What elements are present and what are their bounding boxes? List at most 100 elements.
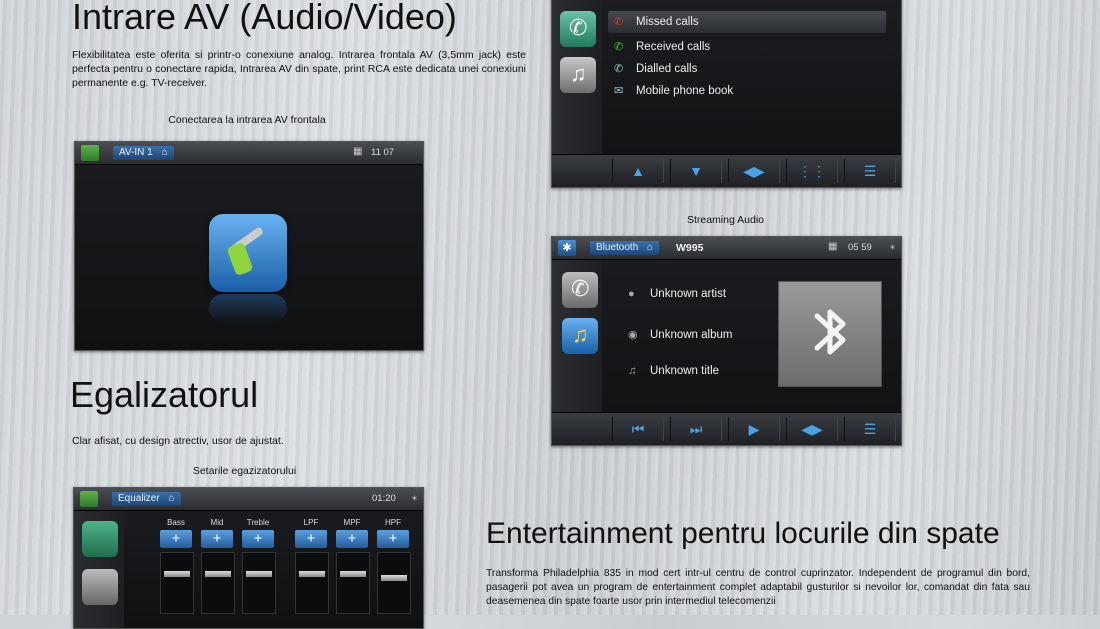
album-label: Unknown album <box>650 329 733 341</box>
balance-arrows-icon[interactable]: ◀▶ <box>728 159 780 183</box>
bt-source-label: Bluetooth <box>596 242 639 253</box>
menu-item-phone-book[interactable]: ✉ Mobile phone book <box>614 81 733 101</box>
bt-bottom-bar: ⏮ ⏭ ▶ ◀▶ ☰ <box>552 412 901 445</box>
scroll-down-icon[interactable]: ▼ <box>670 159 722 183</box>
title-label: Unknown title <box>650 365 720 377</box>
eq-band-treble[interactable]: Treble + <box>242 518 276 614</box>
menu-item-dialled-calls[interactable]: ✆ Dialled calls <box>614 59 697 79</box>
menu-item-missed-calls[interactable]: ✆ Missed calls <box>614 12 699 32</box>
previous-track-icon[interactable]: ⏮ <box>612 417 664 441</box>
eq-band-mpf[interactable]: MPF + <box>336 518 370 614</box>
dialled-call-icon: ✆ <box>614 63 624 75</box>
av-input-screen: AV-IN 1 ⌂ ▦ 11 07 <box>74 141 424 351</box>
bluetooth-menu-icon[interactable]: ✱ <box>558 240 576 256</box>
section-title-entertainment: Entertainment pentru locurile din spate <box>486 517 1000 550</box>
bt-side-panel: ✆ ♫ <box>552 260 602 413</box>
eq-side-panel <box>74 511 124 628</box>
scroll-up-icon[interactable]: ▲ <box>612 159 664 183</box>
stream-caption: Streaming Audio <box>686 214 765 226</box>
eq-paragraph: Clar afisat, cu design atrectiv, usor de… <box>72 435 284 447</box>
plus-icon[interactable]: + <box>336 530 368 548</box>
phone-menu-screen: ✆ ♫ ✆ Missed calls ✆ Received calls ✆ Diall… <box>551 0 902 188</box>
plus-icon[interactable]: + <box>295 530 327 548</box>
eq-slider[interactable] <box>160 552 194 614</box>
plus-icon[interactable]: + <box>160 530 192 548</box>
bt-device-name: W995 <box>676 242 704 254</box>
eq-band-mid[interactable]: Mid + <box>201 518 235 614</box>
eq-source-label: Equalizer <box>118 493 160 504</box>
eq-slider[interactable] <box>201 552 235 614</box>
home-icon[interactable]: ⌂ <box>168 493 174 504</box>
eq-clock: 01:20 <box>372 493 396 504</box>
eq-slider[interactable] <box>242 552 276 614</box>
balance-icon[interactable] <box>82 569 118 605</box>
eq-band-bass[interactable]: Bass + <box>160 518 194 614</box>
eq-band-label: MPF <box>343 518 361 527</box>
eq-slider[interactable] <box>377 552 411 614</box>
home-icon[interactable]: ⌂ <box>647 242 653 253</box>
menu-icon[interactable] <box>81 145 99 161</box>
missed-call-icon: ✆ <box>614 16 624 28</box>
album-row: ◉ Unknown album <box>628 325 732 345</box>
keypad-icon[interactable]: ⋮⋮ <box>786 159 838 183</box>
title-row: ♫ Unknown title <box>628 361 719 381</box>
list-icon[interactable]: ☰ <box>844 159 896 183</box>
av-source-label: AV-IN 1 <box>119 147 153 158</box>
bluetooth-logo-icon <box>778 281 882 387</box>
av-topbar: AV-IN 1 ⌂ ▦ 11 07 <box>75 142 423 165</box>
eq-band-label: Bass <box>167 518 185 527</box>
section-title-av: Intrare AV (Audio/Video) <box>72 0 457 37</box>
home-icon[interactable]: ⌂ <box>162 147 168 158</box>
eq-band-label: Treble <box>246 518 270 527</box>
music-icon[interactable]: ♫ <box>562 318 598 354</box>
eq-band-hpf[interactable]: HPF + <box>377 518 411 614</box>
av-clock: 11 07 <box>371 147 395 158</box>
phone-book-icon: ✉ <box>614 85 624 97</box>
menu-item-label: Mobile phone book <box>636 85 734 97</box>
artist-row: ● Unknown artist <box>628 284 726 304</box>
balance-arrows-icon[interactable]: ◀▶ <box>786 417 838 441</box>
disc-icon: ◉ <box>628 329 638 341</box>
section-title-eq: Egalizatorul <box>70 374 259 415</box>
eq-band-label: LPF <box>303 518 319 527</box>
eq-source-pill[interactable]: Equalizer ⌂ <box>112 492 181 506</box>
person-icon: ● <box>628 288 635 300</box>
bt-clock: 05 59 <box>848 242 872 253</box>
bt-source-pill[interactable]: Bluetooth ⌂ <box>590 241 660 255</box>
play-icon[interactable]: ▶ <box>728 417 780 441</box>
plus-icon[interactable]: + <box>242 530 274 548</box>
menu-item-received-calls[interactable]: ✆ Received calls <box>614 37 710 57</box>
menu-item-label: Received calls <box>636 41 711 53</box>
menu-item-label: Dialled calls <box>636 63 698 75</box>
av-paragraph: Flexibilitatea este oferita si printr-o … <box>72 49 526 89</box>
eq-band-label: HPF <box>385 518 401 527</box>
phone-icon[interactable]: ✆ <box>562 272 598 308</box>
audio-jack-icon[interactable] <box>209 214 287 292</box>
icon-reflection <box>209 294 287 322</box>
bluetooth-small-icon: ⁎ <box>412 492 417 503</box>
plus-icon[interactable]: + <box>377 530 409 548</box>
bluetooth-small-icon: ⁎ <box>890 241 895 252</box>
list-icon[interactable]: ☰ <box>844 417 896 441</box>
menu-icon[interactable] <box>80 491 98 507</box>
phone-bottom-bar: ▲ ▼ ◀▶ ⋮⋮ ☰ <box>552 154 901 187</box>
eq-slider[interactable] <box>336 552 370 614</box>
av-caption: Conectarea la intrarea AV frontala <box>168 114 326 126</box>
music-icon[interactable]: ♫ <box>560 57 596 93</box>
next-track-icon[interactable]: ⏭ <box>670 417 722 441</box>
eq-band-lpf[interactable]: LPF + <box>295 518 329 614</box>
eq-slider[interactable] <box>295 552 329 614</box>
entertainment-paragraph: Transforma Philadelphia 835 in mod cert … <box>486 568 1030 607</box>
phone-icon[interactable]: ✆ <box>560 11 596 47</box>
menu-item-label: Missed calls <box>636 16 699 28</box>
equalizer-icon[interactable] <box>82 521 118 557</box>
bluetooth-audio-screen: ✱ Bluetooth ⌂ W995 ▦ 05 59 ⁎ ✆ ♫ ● Unknow… <box>551 236 902 446</box>
eq-caption: Setarile egazizatorului <box>192 465 297 477</box>
received-call-icon: ✆ <box>614 41 624 53</box>
bt-topbar: ✱ Bluetooth ⌂ W995 ▦ 05 59 ⁎ <box>552 237 901 260</box>
av-source-pill[interactable]: AV-IN 1 ⌂ <box>113 146 174 160</box>
artist-label: Unknown artist <box>650 288 727 300</box>
plus-icon[interactable]: + <box>201 530 233 548</box>
equalizer-screen: Equalizer ⌂ 01:20 ⁎ Bass + Mid + Treble … <box>73 487 424 629</box>
eq-band-label: Mid <box>210 518 224 527</box>
